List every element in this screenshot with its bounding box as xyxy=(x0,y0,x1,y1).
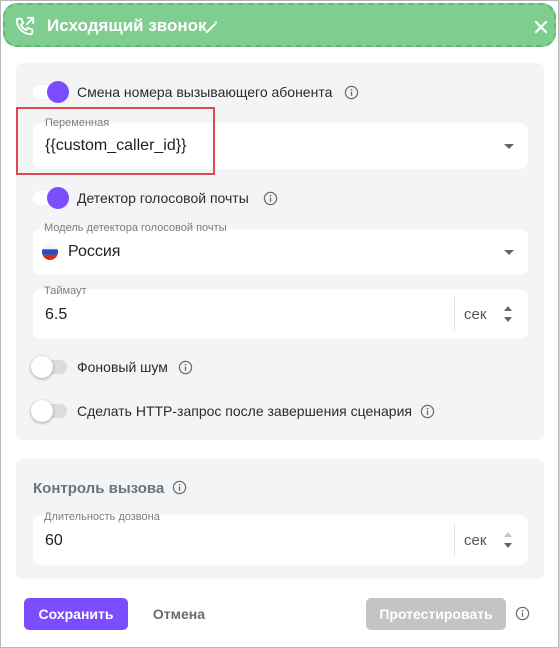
detector-model-label: Модель детектора голосовой почты xyxy=(44,222,227,234)
info-icon[interactable] xyxy=(172,480,187,495)
background-noise-label: Фоновый шум xyxy=(77,359,168,375)
test-button[interactable]: Протестировать xyxy=(366,598,506,630)
background-noise-toggle[interactable] xyxy=(31,356,67,378)
voicemail-detector-toggle[interactable] xyxy=(33,187,69,209)
cancel-button[interactable]: Отмена xyxy=(141,598,217,630)
ring-duration-value: 60 xyxy=(45,532,63,549)
detector-model-select[interactable]: Модель детектора голосовой почты Россия xyxy=(33,222,528,275)
timeout-input[interactable]: Таймаут 6.5 сек xyxy=(33,285,528,339)
save-button[interactable]: Сохранить xyxy=(24,598,128,630)
timeout-label: Таймаут xyxy=(44,285,87,297)
caller-change-toggle[interactable] xyxy=(33,81,69,103)
dialog-header: Исходящий звонок xyxy=(3,3,556,47)
highlight-annotation xyxy=(16,107,215,175)
outgoing-phone-icon xyxy=(15,16,35,36)
info-icon[interactable] xyxy=(344,85,359,100)
timeout-value: 6.5 xyxy=(45,306,68,323)
caller-change-label: Смена номера вызывающего абонента xyxy=(77,84,333,100)
info-icon[interactable] xyxy=(263,191,278,206)
unit-divider xyxy=(454,297,455,331)
dialog-title: Исходящий звонок xyxy=(47,16,207,35)
ring-duration-unit: сек xyxy=(464,532,487,549)
detector-model-value: Россия xyxy=(68,243,121,260)
info-icon[interactable] xyxy=(178,360,193,375)
chevron-down-icon xyxy=(504,250,514,255)
info-icon[interactable] xyxy=(420,404,435,419)
http-request-toggle[interactable] xyxy=(31,400,67,422)
info-icon[interactable] xyxy=(515,606,530,621)
stepper-icon[interactable] xyxy=(502,304,514,324)
chevron-down-icon xyxy=(504,144,514,149)
stepper-icon[interactable] xyxy=(502,530,514,550)
call-control-title: Контроль вызова xyxy=(33,480,165,497)
timeout-unit: сек xyxy=(464,306,487,323)
pencil-icon[interactable] xyxy=(204,19,220,35)
russia-flag-icon xyxy=(42,244,58,260)
outgoing-call-dialog: Исходящий звонок Смена номера вызывающег… xyxy=(0,0,559,648)
close-icon[interactable] xyxy=(533,19,549,35)
unit-divider xyxy=(454,523,455,557)
ring-duration-label: Длительность дозвона xyxy=(44,511,160,523)
http-request-label: Сделать HTTP-запрос после завершения сце… xyxy=(77,403,412,419)
ring-duration-input[interactable]: Длительность дозвона 60 сек xyxy=(33,511,528,565)
voicemail-detector-label: Детектор голосовой почты xyxy=(77,190,249,206)
